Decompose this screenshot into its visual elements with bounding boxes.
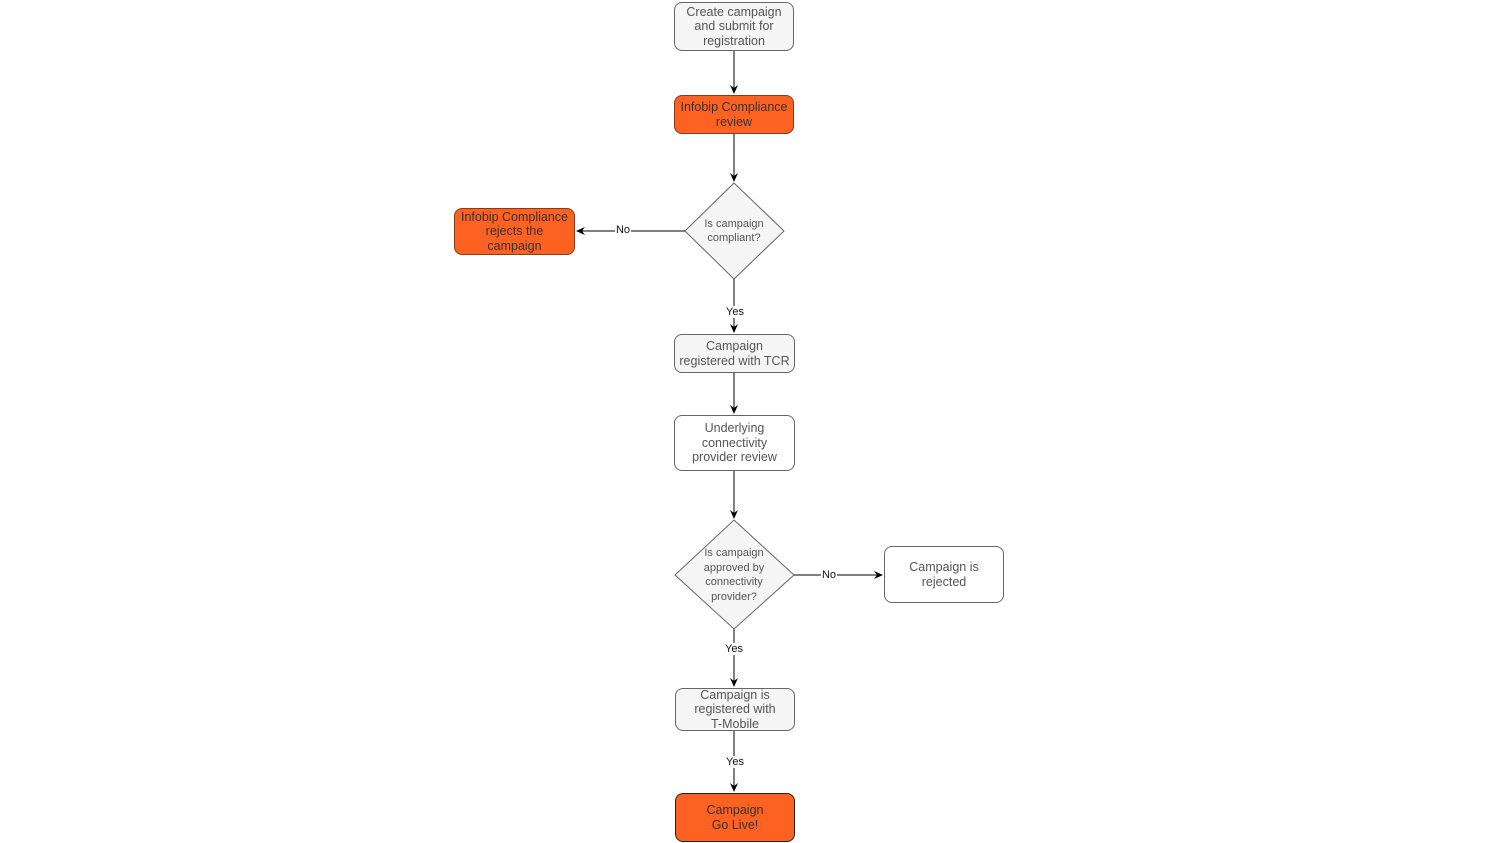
edge-label-compliant-yes: Yes <box>725 306 745 318</box>
node-label: Infobip Compliance rejects the campaign <box>460 209 568 253</box>
node-campaign-rejected[interactable]: Campaign is rejected <box>884 546 1004 603</box>
node-label: Campaign is registered with T-Mobile <box>694 687 776 731</box>
node-provider-review[interactable]: Underlying connectivity provider review <box>674 415 795 471</box>
edge-label-approved-no: No <box>820 569 838 581</box>
node-compliance-rejects[interactable]: Infobip Compliance rejects the campaign <box>454 208 575 255</box>
node-compliance-review[interactable]: Infobip Compliance review <box>674 95 794 134</box>
node-label: Campaign registered with TCR <box>679 339 790 368</box>
node-label: Is campaign compliant? <box>704 217 764 245</box>
node-label: Campaign Go Live! <box>706 803 764 832</box>
decision-approved-text: Is campaign approved by connectivity pro… <box>690 545 778 605</box>
edge-label-approved-yes: Yes <box>724 643 744 655</box>
node-label: Create campaign and submit for registrat… <box>686 4 782 48</box>
node-go-live[interactable]: Campaign Go Live! <box>675 793 795 842</box>
node-label: Underlying connectivity provider review <box>692 421 777 465</box>
node-registered-tmobile[interactable]: Campaign is registered with T-Mobile <box>675 688 795 731</box>
node-create-campaign[interactable]: Create campaign and submit for registrat… <box>674 2 794 51</box>
node-registered-tcr[interactable]: Campaign registered with TCR <box>674 334 795 373</box>
decision-compliant-text: Is campaign compliant? <box>690 210 778 252</box>
node-label: Is campaign approved by connectivity pro… <box>703 547 765 603</box>
node-label: Infobip Compliance review <box>680 100 788 129</box>
edge-label-tmobile-yes: Yes <box>725 756 745 768</box>
node-label: Campaign is rejected <box>909 560 979 589</box>
edge-label-compliant-no: No <box>614 224 632 236</box>
